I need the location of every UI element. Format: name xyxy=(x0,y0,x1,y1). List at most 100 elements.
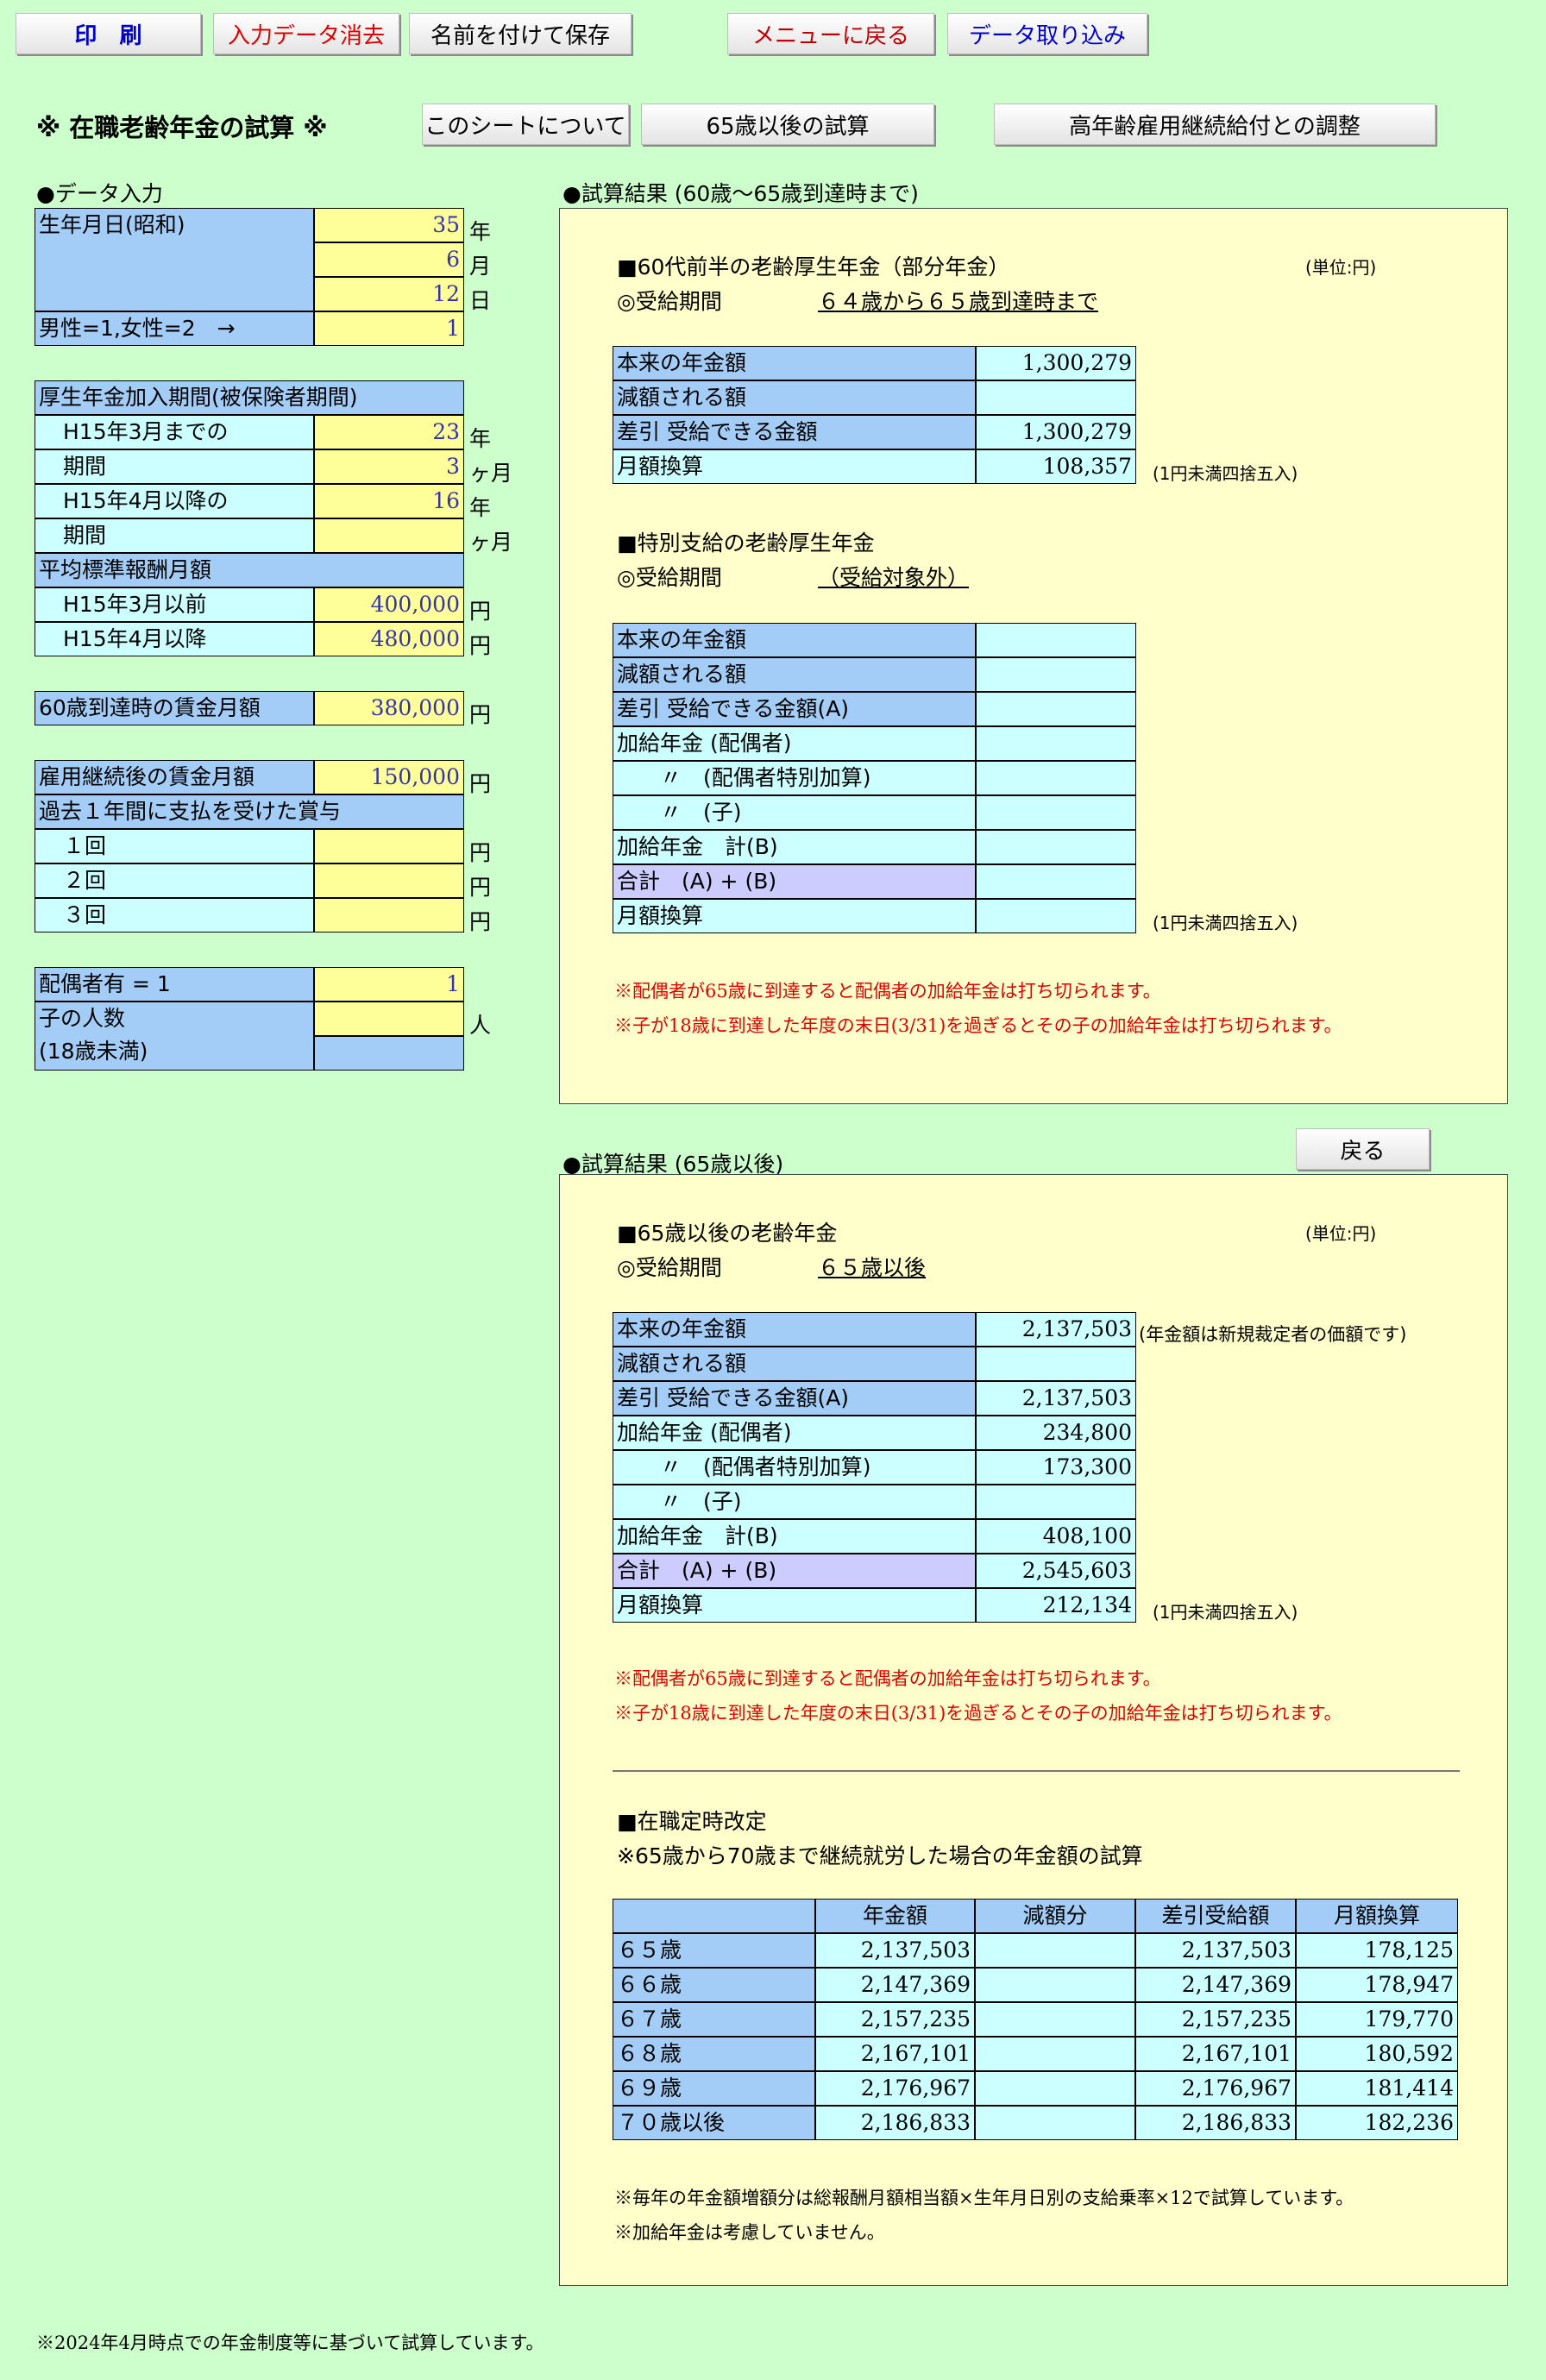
t1-row-value xyxy=(976,380,1136,415)
t3-row-label: 本来の年金額 xyxy=(613,1312,976,1347)
revision-row-monthly: 180,592 xyxy=(1296,2037,1458,2071)
t1-row-value: 108,357 xyxy=(976,449,1136,484)
children-label-text: 子の人数 xyxy=(39,1006,126,1031)
h15-after-label2: 期間 xyxy=(35,518,314,553)
revision-row-age: ６８歳 xyxy=(613,2037,815,2071)
unit-months-2: ヶ月 xyxy=(469,530,513,555)
t2-row-label: 加給年金 (配偶者) xyxy=(613,726,976,761)
spouse-input[interactable]: 1 xyxy=(314,967,464,1002)
revision-row-amount: 2,176,967 xyxy=(815,2071,975,2106)
result1-heading: ●試算結果 (60歳～65歳到達時まで) xyxy=(562,181,919,206)
t3-row-label: 加給年金 (配偶者) xyxy=(613,1416,976,1450)
menu-button[interactable]: メニューに戻る xyxy=(727,13,934,54)
birth-month-input[interactable]: 6 xyxy=(314,242,464,277)
revision-header-3: 差引受給額 xyxy=(1135,1899,1296,1933)
t2-row-value xyxy=(976,726,1136,761)
adjust-button[interactable]: 高年齢雇用継続給付との調整 xyxy=(994,104,1436,145)
revision-row-amount: 2,167,101 xyxy=(815,2037,975,2071)
t2-row-value xyxy=(976,692,1136,726)
revision-row-reduce xyxy=(975,2002,1135,2037)
revision-row-reduce xyxy=(975,2071,1135,2106)
t2-row-value xyxy=(976,623,1136,657)
unit-yen-3: 円 xyxy=(469,702,492,727)
result2-round-note: (1円未満四捨五入) xyxy=(1153,1602,1298,1623)
h15-before-years-input[interactable]: 23 xyxy=(314,415,464,449)
result1-sec1-title: ■60代前半の老齢厚生年金（部分年金） xyxy=(617,254,1010,279)
wage60-input[interactable]: 380,000 xyxy=(314,691,464,725)
result1-sec1-period: ６４歳から６５歳到達時まで xyxy=(818,289,1099,314)
avg-after-input[interactable]: 480,000 xyxy=(314,622,464,656)
save-as-button[interactable]: 名前を付けて保存 xyxy=(409,13,632,54)
h15-after-years-input[interactable]: 16 xyxy=(314,484,464,518)
h15-before-months-input[interactable]: 3 xyxy=(314,449,464,484)
bonus2-input[interactable] xyxy=(314,863,464,898)
avg-before-input[interactable]: 400,000 xyxy=(314,587,464,622)
t2-row-label: 〃 (配偶者特別加算) xyxy=(613,761,976,795)
revision-row-age: ６５歳 xyxy=(613,1933,815,1968)
t3-row-value xyxy=(976,1485,1136,1519)
unit-yen-6: 円 xyxy=(469,875,492,900)
bonus1-label: １回 xyxy=(35,829,314,863)
t2-row-value xyxy=(976,795,1136,830)
t2-row-value xyxy=(976,899,1136,933)
clear-input-button[interactable]: 入力データ消去 xyxy=(213,13,399,54)
unit-yen-1: 円 xyxy=(469,599,492,624)
birth-day-input[interactable]: 12 xyxy=(314,277,464,311)
h15-after-months-input[interactable] xyxy=(314,518,464,553)
spouse-label: 配偶者有 = 1 xyxy=(35,967,314,1002)
wage-after-input[interactable]: 150,000 xyxy=(314,760,464,794)
wage60-label: 60歳到達時の賃金月額 xyxy=(35,691,314,725)
t2-row-label: 加給年金 計(B) xyxy=(613,830,976,864)
result1-period-label: ◎受給期間 xyxy=(617,289,722,314)
birth-year-input[interactable]: 35 xyxy=(314,208,464,242)
print-button[interactable]: 印 刷 xyxy=(16,13,201,54)
result1-round-note2: (1円未満四捨五入) xyxy=(1153,913,1298,933)
t3-row-label: 合計 (A) + (B) xyxy=(613,1554,976,1588)
divider xyxy=(613,1770,1460,1772)
revision-row-amount: 2,157,235 xyxy=(815,2002,975,2037)
unit-yen-2: 円 xyxy=(469,633,492,658)
revision-header-2: 減額分 xyxy=(975,1899,1135,1933)
data-import-button[interactable]: データ取り込み xyxy=(947,13,1147,54)
birth-label: 生年月日(昭和) xyxy=(35,208,314,311)
result1-warn1: ※配偶者が65歳に到達すると配偶者の加給年金は打ち切られます。 xyxy=(614,981,1161,1002)
bonus2-label: ２回 xyxy=(35,863,314,898)
unit-yen-7: 円 xyxy=(469,909,492,934)
revision-row-net: 2,147,369 xyxy=(1135,1968,1296,2002)
t3-row-value: 408,100 xyxy=(976,1519,1136,1554)
t3-row-value xyxy=(976,1347,1136,1381)
back-button[interactable]: 戻る xyxy=(1296,1128,1430,1170)
gender-input[interactable]: 1 xyxy=(314,311,464,346)
unit-months-1: ヶ月 xyxy=(469,461,513,486)
unit-person: 人 xyxy=(469,1013,492,1038)
input-heading: ●データ入力 xyxy=(36,181,163,206)
result1-unit-note: (単位:円) xyxy=(1305,257,1377,278)
result1-round-note: (1円未満四捨五入) xyxy=(1153,463,1298,484)
t3-row-value: 212,134 xyxy=(976,1588,1136,1623)
bonus3-input[interactable] xyxy=(314,898,464,933)
revision-foot2: ※加給年金は考慮していません。 xyxy=(614,2222,885,2243)
t3-row-label: 加給年金 計(B) xyxy=(613,1519,976,1554)
h15-before-label2: 期間 xyxy=(35,449,314,484)
result2-warn2: ※子が18歳に到達した年度の末日(3/31)を過ぎるとその子の加給年金は打ち切ら… xyxy=(614,1703,1342,1724)
revision-row-net: 2,167,101 xyxy=(1135,2037,1296,2071)
revision-row-age: ６６歳 xyxy=(613,1968,815,2002)
t2-row-label: 〃 (子) xyxy=(613,795,976,830)
bonus1-input[interactable] xyxy=(314,829,464,863)
result1-warn2: ※子が18歳に到達した年度の末日(3/31)を過ぎるとその子の加給年金は打ち切ら… xyxy=(614,1015,1342,1036)
revision-header-0 xyxy=(613,1899,815,1933)
about-sheet-button[interactable]: このシートについて xyxy=(422,104,629,145)
t3-row-label: 差引 受給できる金額(A) xyxy=(613,1381,976,1416)
t2-row-value xyxy=(976,761,1136,795)
revision-row-monthly: 182,236 xyxy=(1296,2106,1458,2140)
after65-button[interactable]: 65歳以後の試算 xyxy=(641,104,934,145)
revision-title: ■在職定時改定 xyxy=(617,1809,767,1834)
t3-row-value: 2,545,603 xyxy=(976,1554,1136,1588)
result2-title: ■65歳以後の老齢年金 xyxy=(617,1221,838,1246)
h15-before-label: H15年3月までの xyxy=(35,415,314,449)
children-input[interactable] xyxy=(314,1002,464,1036)
avg-pay-label: 平均標準報酬月額 xyxy=(35,553,464,587)
t2-row-value xyxy=(976,657,1136,692)
gender-label: 男性=1,女性=2 → xyxy=(35,311,314,346)
children-label: 子の人数 (18歳未満) xyxy=(35,1002,314,1071)
